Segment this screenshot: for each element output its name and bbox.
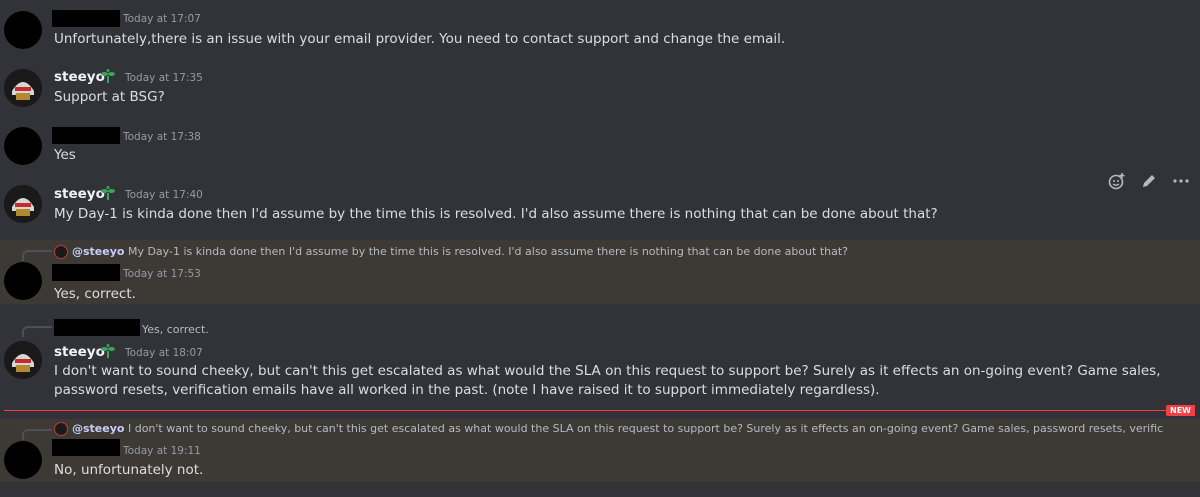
reply-preview[interactable]: Yes, correct.	[142, 323, 209, 336]
reply-avatar-icon	[54, 422, 68, 436]
add-reaction-icon[interactable]	[1108, 172, 1126, 194]
avatar[interactable]	[4, 69, 42, 107]
sprout-badge-icon	[100, 185, 116, 205]
new-messages-label: NEW	[1166, 405, 1195, 416]
reply-connector	[22, 250, 52, 261]
timestamp: Today at 17:07	[123, 13, 201, 25]
avatar[interactable]	[4, 185, 42, 223]
new-messages-divider	[4, 410, 1170, 411]
reply-text: My Day-1 is kinda done then I'd assume b…	[127, 245, 849, 258]
message-1: Today at 17:07 Unfortunately,there is an…	[0, 0, 1200, 60]
message-text: My Day-1 is kinda done then I'd assume b…	[54, 206, 938, 222]
sprout-badge-icon	[100, 68, 116, 88]
timestamp: Today at 17:40	[125, 189, 203, 201]
steeyo-avatar-icon	[4, 69, 42, 107]
message-text: No, unfortunately not.	[54, 462, 204, 478]
message-3: Today at 17:38 Yes	[0, 122, 1200, 180]
message-text: I don't want to sound cheeky, but can't …	[54, 363, 1161, 398]
message-4: steeyo Today at 17:40 My Day-1 is kinda …	[0, 180, 1200, 240]
redacted-reply-username	[54, 319, 140, 336]
reply-text: I don't want to sound cheeky, but can't …	[127, 422, 1164, 435]
steeyo-avatar-icon	[4, 185, 42, 223]
more-icon[interactable]	[1172, 172, 1190, 194]
redacted-username	[52, 439, 120, 456]
edit-icon[interactable]	[1140, 172, 1158, 194]
timestamp: Today at 17:35	[125, 72, 203, 84]
avatar[interactable]	[4, 11, 42, 49]
message-5: @steeyo My Day-1 is kinda done then I'd …	[0, 240, 1200, 304]
timestamp: Today at 18:07	[125, 347, 203, 359]
message-2: steeyo Today at 17:35 Support at BSG?	[0, 62, 1200, 122]
reply-connector	[22, 326, 52, 337]
reply-author[interactable]: @steeyo	[72, 245, 124, 258]
reply-avatar-icon	[54, 245, 68, 259]
message-7: @steeyo I don't want to sound cheeky, bu…	[0, 419, 1200, 482]
author-name[interactable]: steeyo	[54, 186, 105, 202]
avatar[interactable]	[4, 341, 42, 379]
steeyo-avatar-icon	[4, 341, 42, 379]
reply-preview[interactable]: @steeyo I don't want to sound cheeky, bu…	[54, 422, 1164, 436]
avatar[interactable]	[4, 262, 42, 300]
redacted-username	[52, 264, 120, 281]
author-name[interactable]: steeyo	[54, 69, 105, 85]
author-name[interactable]: steeyo	[54, 344, 105, 360]
redacted-username	[52, 10, 120, 27]
message-text: Unfortunately,there is an issue with you…	[54, 31, 786, 47]
reply-text: Yes, correct.	[142, 323, 209, 336]
message-actions-toolbar	[1108, 172, 1190, 194]
reply-author[interactable]: @steeyo	[72, 422, 124, 435]
message-text: Support at BSG?	[54, 89, 165, 105]
reply-preview[interactable]: @steeyo My Day-1 is kinda done then I'd …	[54, 245, 848, 259]
redacted-username	[52, 127, 120, 144]
timestamp: Today at 17:38	[123, 131, 201, 143]
message-text: Yes, correct.	[54, 286, 136, 302]
message-text: Yes	[54, 147, 76, 163]
reply-connector	[22, 429, 52, 440]
timestamp: Today at 19:11	[123, 445, 201, 457]
timestamp: Today at 17:53	[123, 268, 201, 280]
sprout-badge-icon	[100, 343, 116, 363]
message-6: Yes, correct. steeyo Today at 18:07 I do…	[0, 316, 1200, 408]
avatar[interactable]	[4, 441, 42, 479]
avatar[interactable]	[4, 127, 42, 165]
